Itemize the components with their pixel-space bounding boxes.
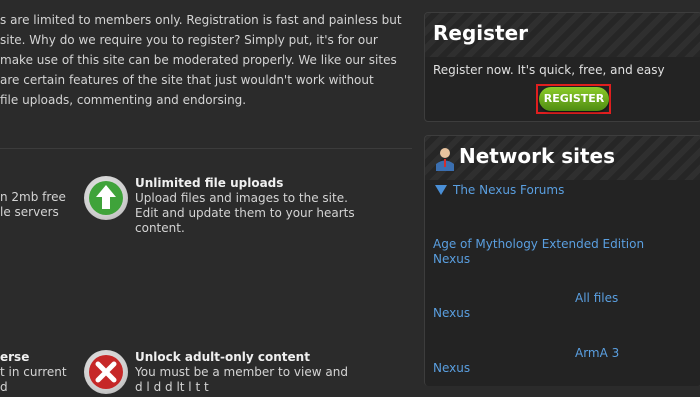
feature-left-top-line: le servers <box>0 205 59 219</box>
feature-uploads-line: content. <box>135 221 185 235</box>
feature-left-bottom: erse t in current d <box>0 350 67 395</box>
feature-left-top: n 2mb free le servers <box>0 190 66 220</box>
network-panel-header: Network sites <box>425 136 700 180</box>
network-item-sub[interactable]: Nexus <box>433 252 470 267</box>
section-divider <box>0 148 412 149</box>
feature-left-bottom-line: erse <box>0 350 30 364</box>
network-item-sub[interactable]: Nexus <box>433 361 470 376</box>
network-item-name[interactable]: Age of Mythology Extended Edition <box>433 237 644 252</box>
intro-line: file uploads, commenting and endorsing. <box>0 93 247 107</box>
register-title: Register <box>433 21 529 45</box>
feature-adult-line: You must be a member to view and <box>135 365 348 379</box>
intro-line: are certain features of the site that ju… <box>0 73 374 87</box>
feature-uploads-title: Unlimited file uploads <box>135 176 284 190</box>
upload-icon-ring <box>84 176 128 220</box>
chevron-down-icon[interactable] <box>434 183 448 200</box>
feature-uploads-line: Upload files and images to the site. <box>135 191 348 205</box>
feature-adult-line: d l d d lt l t t <box>135 380 209 394</box>
register-panel-header: Register <box>425 13 700 57</box>
register-text: Register now. It's quick, free, and easy <box>433 63 665 77</box>
feature-adult-title: Unlock adult-only content <box>135 350 310 364</box>
network-link-forums[interactable]: The Nexus Forums <box>453 183 564 198</box>
feature-left-bottom-line: d <box>0 380 8 394</box>
network-title: Network sites <box>459 144 615 168</box>
register-button[interactable]: REGISTER <box>539 87 609 111</box>
network-item-name[interactable]: All files <box>575 291 618 306</box>
upload-arrow-icon <box>89 181 123 215</box>
intro-line: s are limited to members only. Registrat… <box>0 13 402 27</box>
feature-left-bottom-line: t in current <box>0 365 67 379</box>
user-icon <box>435 144 455 184</box>
intro-line: make use of this site can be moderated p… <box>0 53 397 67</box>
cross-icon <box>89 355 123 389</box>
feature-uploads-line: Edit and update them to your hearts <box>135 206 355 220</box>
feature-uploads: Unlimited file uploads Upload files and … <box>135 176 355 236</box>
intro-paragraph: s are limited to members only. Registrat… <box>0 10 402 110</box>
feature-left-top-line: n 2mb free <box>0 190 66 204</box>
adult-icon-ring <box>84 350 128 394</box>
network-item-name[interactable]: ArmA 3 <box>575 346 619 361</box>
feature-adult: Unlock adult-only content You must be a … <box>135 350 348 395</box>
intro-line: site. Why do we require you to register?… <box>0 33 378 47</box>
network-item-sub[interactable]: Nexus <box>433 306 470 321</box>
